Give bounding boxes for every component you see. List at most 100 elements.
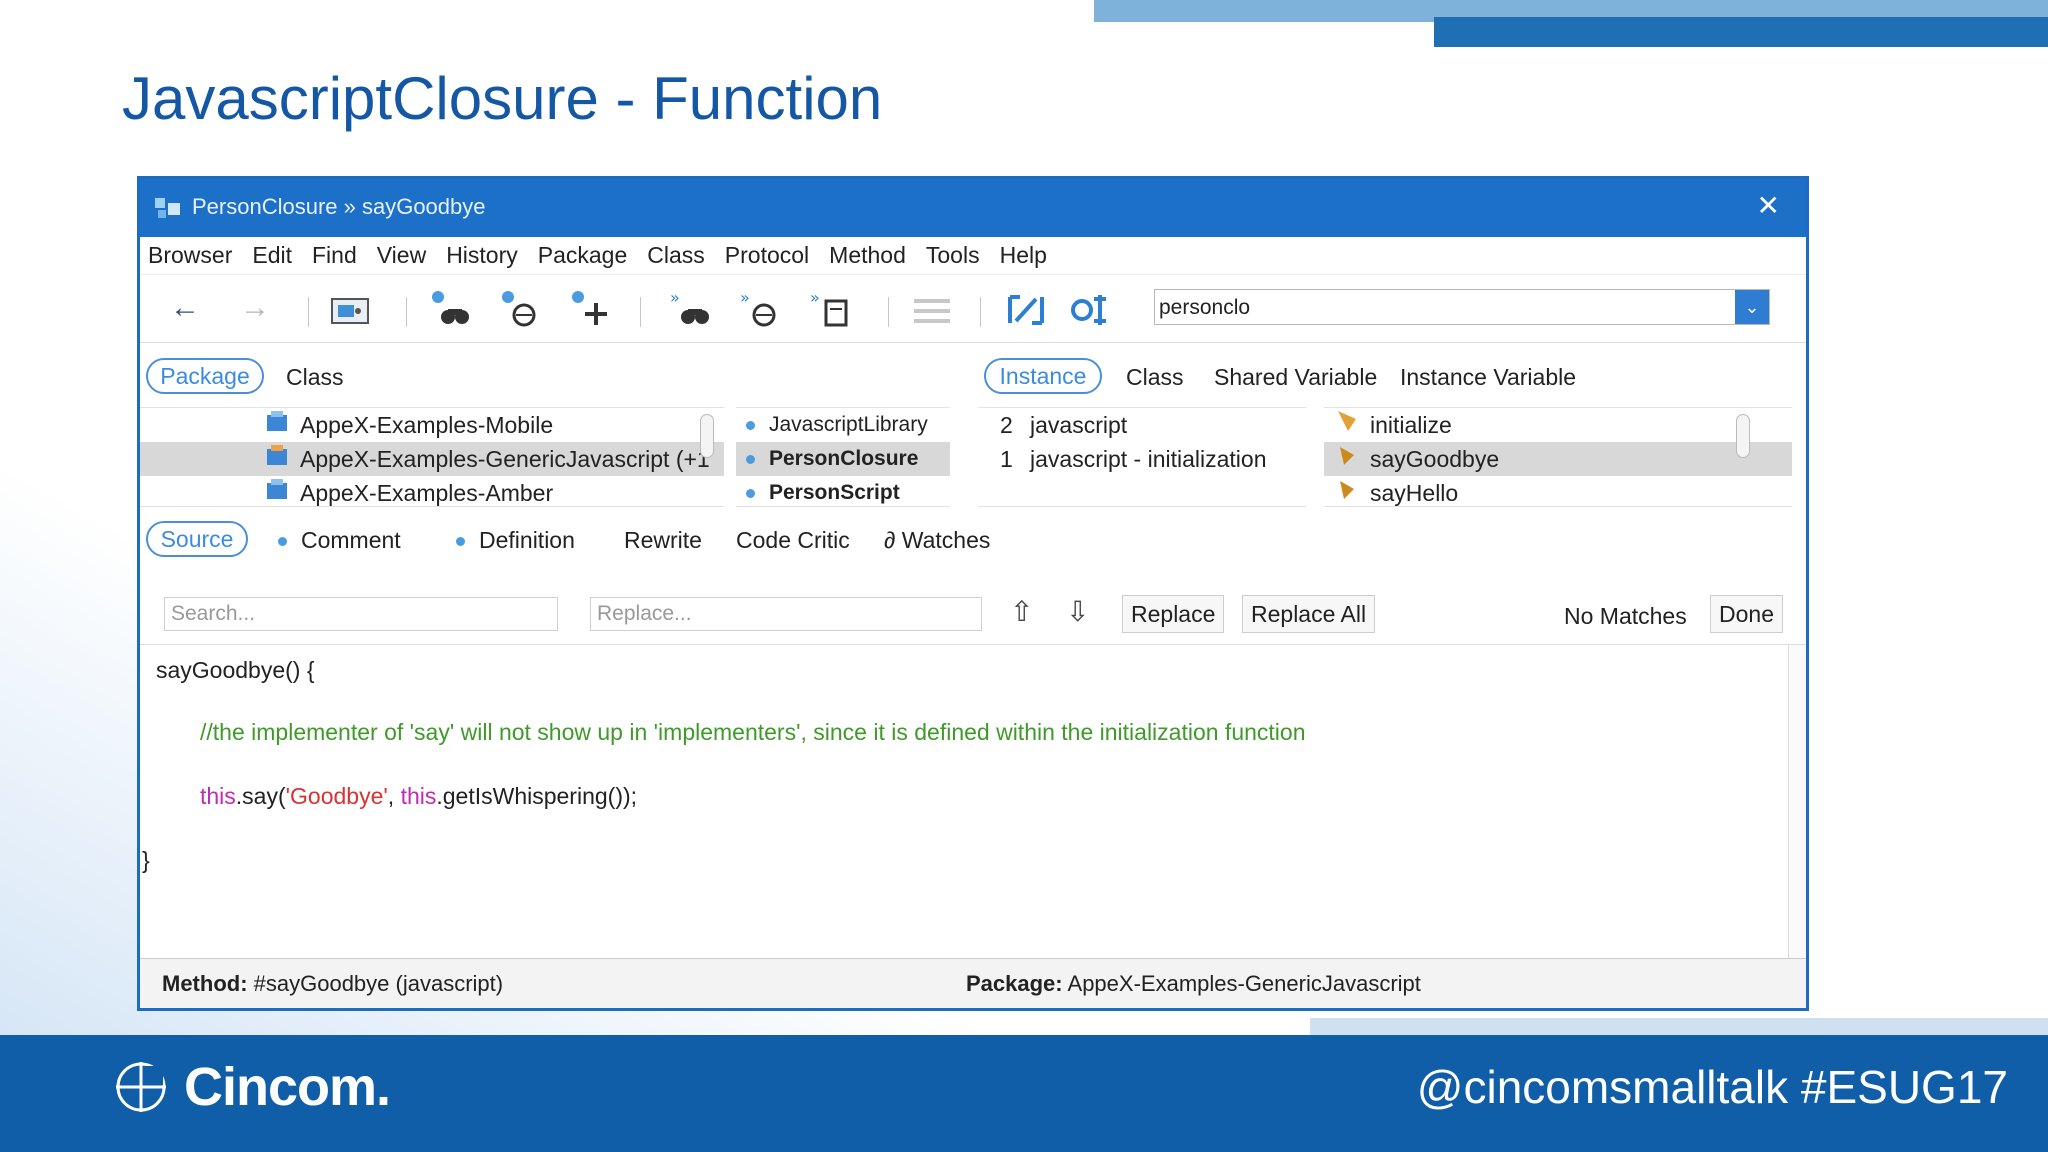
- match-status: No Matches: [1564, 603, 1687, 629]
- list-item[interactable]: sayHello: [1324, 476, 1792, 506]
- status-package: Package: AppeX-Examples-GenericJavascrip…: [966, 971, 1421, 996]
- scrollbar[interactable]: [700, 414, 714, 458]
- tab-comment[interactable]: Comment: [278, 527, 401, 554]
- package-list: AppeX-Examples-Mobile AppeX-Examples-Gen…: [140, 407, 724, 507]
- protocol-name: javascript: [1030, 412, 1128, 438]
- menu-find[interactable]: Find: [312, 242, 357, 269]
- method-name: sayGoodbye: [1370, 446, 1500, 472]
- class-bullet-icon: [746, 454, 755, 464]
- list-item[interactable]: AppeX-Examples-Mobile: [140, 408, 724, 442]
- toolbar-separator: [640, 297, 641, 327]
- window-titlebar: PersonClosure » sayGoodbye ✕: [140, 179, 1806, 237]
- definition-bullet-icon: [456, 537, 465, 547]
- list-item[interactable]: 1 javascript - initialization: [978, 442, 1306, 476]
- browse-window-icon[interactable]: [330, 295, 370, 327]
- editor-tabs: Source Comment Definition Rewrite Code C…: [140, 513, 1806, 569]
- class-name: JavascriptLibrary: [769, 413, 928, 436]
- chevron-down-icon[interactable]: ⌄: [1735, 290, 1769, 324]
- tab-definition[interactable]: Definition: [456, 527, 575, 554]
- menu-history[interactable]: History: [446, 242, 518, 269]
- forward-arrow-icon[interactable]: →: [240, 291, 270, 325]
- scrollbar[interactable]: [1736, 414, 1750, 458]
- menu-view[interactable]: View: [377, 242, 426, 269]
- tab-code-critic[interactable]: Code Critic: [736, 527, 850, 554]
- class-name: PersonScript: [769, 481, 900, 504]
- done-button[interactable]: Done: [1710, 595, 1783, 633]
- svg-text:»: »: [810, 289, 820, 307]
- list-item[interactable]: 2 javascript: [978, 408, 1306, 442]
- class-list: JavascriptLibrary PersonClosure PersonSc…: [736, 407, 950, 507]
- menu-package[interactable]: Package: [538, 242, 628, 269]
- back-arrow-icon[interactable]: ←: [170, 291, 200, 325]
- find-references-icon[interactable]: [430, 289, 474, 329]
- method-name: sayHello: [1370, 480, 1459, 506]
- protocol-list: 2 javascript 1 javascript - initialization: [978, 407, 1306, 507]
- tab-watches[interactable]: ∂ Watches: [884, 527, 990, 554]
- menu-help[interactable]: Help: [1000, 242, 1047, 269]
- method-icon: [1334, 442, 1360, 476]
- list-item[interactable]: PersonClosure: [736, 442, 950, 476]
- next-match-icon[interactable]: ⇩: [1066, 595, 1089, 628]
- class-search-value[interactable]: personclo: [1159, 296, 1250, 320]
- list-item[interactable]: sayGoodbye: [1324, 442, 1792, 476]
- senders-binoculars-icon[interactable]: »: [670, 289, 714, 329]
- package-icon: [264, 476, 290, 506]
- close-icon[interactable]: ✕: [1757, 189, 1780, 222]
- comment-bullet-icon: [278, 537, 287, 547]
- list-item[interactable]: JavascriptLibrary: [736, 408, 950, 442]
- cincom-logo-icon: [116, 1062, 166, 1112]
- cincom-logo-text: Cincom.: [184, 1057, 391, 1117]
- replace-input[interactable]: [591, 598, 981, 630]
- tab-class[interactable]: Class: [286, 364, 344, 391]
- previous-match-icon[interactable]: ⇧: [1010, 595, 1033, 628]
- add-icon[interactable]: [570, 289, 614, 329]
- menu-tools[interactable]: Tools: [926, 242, 980, 269]
- diff-icon[interactable]: [1006, 291, 1046, 329]
- decor-strip: [1310, 1018, 2048, 1035]
- code-line: }: [142, 847, 150, 873]
- list-icon[interactable]: [910, 293, 954, 329]
- scrollbar[interactable]: [1788, 645, 1806, 963]
- compare-icon[interactable]: [1070, 291, 1110, 329]
- package-icon: [264, 408, 290, 442]
- method-name: initialize: [1370, 412, 1452, 438]
- menu-protocol[interactable]: Protocol: [725, 242, 809, 269]
- code-line: sayGoodbye() {: [156, 657, 315, 683]
- class-references-icon[interactable]: »: [810, 289, 854, 329]
- code-editor[interactable]: sayGoodbye() { //the implementer of 'say…: [140, 645, 1792, 963]
- package-icon: [264, 442, 290, 476]
- menu-edit[interactable]: Edit: [252, 242, 292, 269]
- list-item[interactable]: AppeX-Examples-GenericJavascript (+1: [140, 442, 724, 476]
- toolbar: ← → » » » personclo ⌄: [140, 275, 1806, 343]
- method-icon: [1334, 476, 1360, 506]
- menu-method[interactable]: Method: [829, 242, 906, 269]
- navigator-tabs: Package Class Instance Class Shared Vari…: [140, 349, 1806, 405]
- class-search-combo[interactable]: personclo ⌄: [1154, 289, 1770, 325]
- list-item[interactable]: AppeX-Examples-Amber: [140, 476, 724, 506]
- replace-all-button[interactable]: Replace All: [1242, 595, 1376, 633]
- svg-text:»: »: [740, 289, 750, 307]
- replace-button[interactable]: Replace: [1122, 595, 1225, 633]
- menu-browser[interactable]: Browser: [148, 242, 232, 269]
- method-initialize-icon: [1334, 408, 1360, 442]
- search-field[interactable]: [164, 597, 558, 631]
- app-icon: [155, 198, 180, 218]
- tab-instance-variable[interactable]: Instance Variable: [1400, 364, 1576, 391]
- tab-shared-variable[interactable]: Shared Variable: [1214, 364, 1377, 391]
- method-list: initialize sayGoodbye sayHello: [1324, 407, 1792, 507]
- toolbar-separator: [406, 297, 407, 327]
- replace-field[interactable]: [590, 597, 982, 631]
- find-messages-icon[interactable]: [500, 289, 544, 329]
- toolbar-separator: [888, 297, 889, 327]
- tab-class-side[interactable]: Class: [1126, 364, 1184, 391]
- tab-source[interactable]: Source: [146, 521, 248, 557]
- search-input[interactable]: [165, 598, 557, 630]
- list-item[interactable]: PersonScript: [736, 476, 950, 506]
- implementors-icon[interactable]: »: [740, 289, 784, 329]
- browser-window: PersonClosure » sayGoodbye ✕ Browser Edi…: [137, 176, 1809, 1011]
- tab-package[interactable]: Package: [146, 358, 264, 394]
- tab-rewrite[interactable]: Rewrite: [624, 527, 702, 554]
- list-item[interactable]: initialize: [1324, 408, 1792, 442]
- menu-class[interactable]: Class: [647, 242, 705, 269]
- tab-instance[interactable]: Instance: [984, 358, 1102, 394]
